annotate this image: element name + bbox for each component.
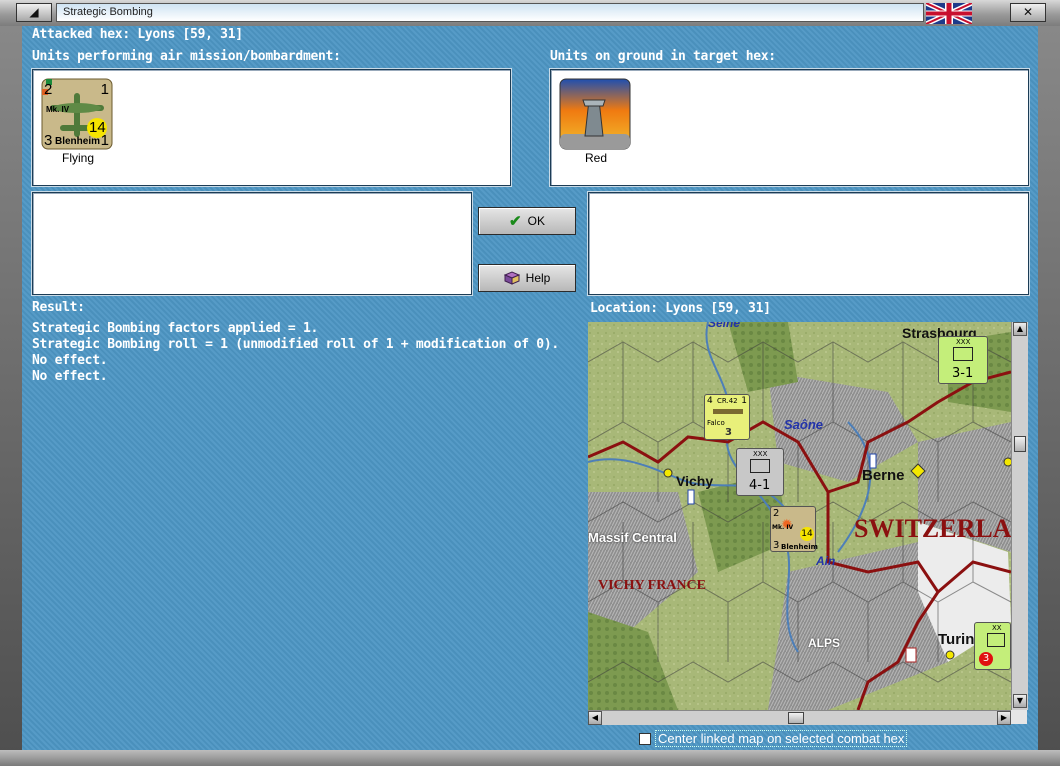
vertical-scroll-thumb[interactable] — [1014, 436, 1026, 452]
map-label-turin: Turin — [938, 631, 975, 648]
help-button-label: Help — [525, 271, 551, 285]
map-vertical-scrollbar[interactable]: ▲ ▼ — [1011, 322, 1028, 710]
fighter-name: Falco — [707, 419, 725, 427]
center-map-checkbox[interactable] — [639, 733, 651, 745]
map-label-massif-central: Massif Central — [588, 530, 677, 545]
fighter-top-value: 4 — [707, 396, 713, 406]
horizontal-scroll-thumb[interactable] — [788, 712, 804, 724]
linked-map[interactable]: Seine Strasbourg Saône Vichy Berne Massi… — [588, 322, 1011, 710]
fighter-model: CR.42 — [717, 397, 738, 405]
mountain-symbol-icon — [987, 633, 1005, 647]
checkmark-icon: ✔ — [509, 213, 522, 230]
counter-model: Mk. IV — [46, 105, 70, 114]
scroll-down-icon[interactable]: ▼ — [1013, 694, 1027, 708]
ok-button[interactable]: ✔ OK — [478, 207, 576, 235]
infantry-symbol-icon — [953, 347, 973, 361]
factory-target-icon — [559, 78, 631, 150]
turin-unit-size: XX — [992, 624, 1002, 632]
map-label-seine: Seine — [708, 322, 741, 330]
corps-size: XXX — [753, 450, 768, 458]
location-label: Location: Lyons [59, 31] — [590, 301, 771, 316]
map-horizontal-scrollbar[interactable]: ◀ ▶ — [588, 710, 1011, 725]
scroll-right-icon[interactable]: ▶ — [997, 711, 1011, 725]
ground-unit-caption: Red — [584, 151, 607, 165]
air-unit-caption: Flying — [61, 151, 94, 165]
counter-top-right: 1 — [100, 81, 109, 98]
ground-unit-counter[interactable] — [559, 78, 631, 150]
map-label-ain: Ain — [816, 554, 836, 568]
counter-bottom-left: 3 — [44, 132, 53, 149]
close-button[interactable]: ✕ — [1010, 3, 1046, 22]
corps-values: 4-1 — [749, 478, 771, 493]
map-label-alps: ALPS — [808, 636, 841, 650]
air-losses-list — [32, 192, 472, 295]
french-corps-counter[interactable]: XXX 4-1 — [736, 448, 784, 496]
restore-button[interactable]: ◢ — [16, 3, 52, 22]
window-bottom-bar — [0, 750, 1060, 766]
uk-flag-icon[interactable] — [926, 3, 972, 24]
ground-units-list: Red — [550, 69, 1029, 186]
air-units-list: 2 1 Mk. IV 14 3 Blenheim 1 Flying — [32, 69, 511, 186]
fighter-value: 3 — [725, 427, 732, 438]
result-line: Strategic Bombing factors applied = 1. — [32, 321, 319, 336]
title-bar: ◢ Strategic Bombing ✕ — [0, 0, 1060, 26]
air-units-label: Units performing air mission/bombardment… — [32, 49, 341, 64]
center-map-label[interactable]: Center linked map on selected combat hex — [655, 730, 908, 747]
ground-losses-list — [588, 192, 1029, 295]
strasbourg-unit-size: XXX — [956, 338, 971, 346]
map-bomber-bottom: 3 — [773, 540, 780, 551]
result-line: Strategic Bombing roll = 1 (unmodified r… — [32, 337, 559, 352]
restore-icon: ◢ — [29, 5, 39, 19]
fighter-plane-icon — [713, 409, 743, 414]
scroll-left-icon[interactable]: ◀ — [588, 711, 602, 725]
window-title: Strategic Bombing — [56, 3, 924, 22]
map-bomber-top: 2 — [773, 508, 780, 519]
infantry-symbol-icon — [750, 459, 770, 473]
map-label-vichy-france: VICHY FRANCE — [598, 578, 706, 593]
ok-button-label: OK — [527, 214, 545, 228]
turin-unit-value: 3 — [979, 652, 993, 666]
counter-top-left: 2 — [44, 81, 53, 98]
result-label: Result: — [32, 300, 85, 315]
map-bomber-strength: 14 — [800, 527, 814, 541]
ground-units-label: Units on ground in target hex: — [550, 49, 776, 64]
map-bomber-name: Blenheim — [781, 543, 818, 551]
help-book-icon — [503, 271, 520, 285]
map-bomber-model: Mk. IV — [772, 524, 794, 531]
scrollbar-corner — [1011, 710, 1027, 724]
map-label-berne: Berne — [862, 467, 905, 484]
turin-unit-counter[interactable]: XX 3 — [974, 622, 1011, 670]
map-label-saone: Saône — [784, 417, 824, 432]
italian-fighter-counter[interactable]: 4 CR.42 1 Falco 3 — [704, 394, 750, 440]
result-line: No effect. — [32, 353, 108, 368]
air-unit-counter[interactable]: 2 1 Mk. IV 14 3 Blenheim 1 — [41, 78, 113, 150]
fighter-right-value: 1 — [741, 396, 747, 406]
counter-name: Blenheim — [55, 136, 101, 147]
map-label-vichy: Vichy — [676, 473, 714, 489]
result-line: No effect. — [32, 369, 108, 384]
dialog-body: Attacked hex: Lyons [59, 31] Units perfo… — [22, 26, 1038, 750]
help-button[interactable]: Help — [478, 264, 576, 292]
map-label-switzerland: SWITZERLAND — [854, 514, 1011, 543]
map-bomber-counter[interactable]: 2 ✹ Mk. IV 14 3 Blenheim — [770, 506, 818, 552]
close-icon: ✕ — [1022, 5, 1034, 19]
attacked-hex-label: Attacked hex: Lyons [59, 31] — [32, 27, 243, 42]
counter-bottom-right: 1 — [100, 132, 109, 149]
strasbourg-unit-counter[interactable]: XXX 3-1 — [938, 336, 988, 384]
strasbourg-unit-values: 3-1 — [952, 366, 974, 381]
scroll-up-icon[interactable]: ▲ — [1013, 322, 1027, 336]
